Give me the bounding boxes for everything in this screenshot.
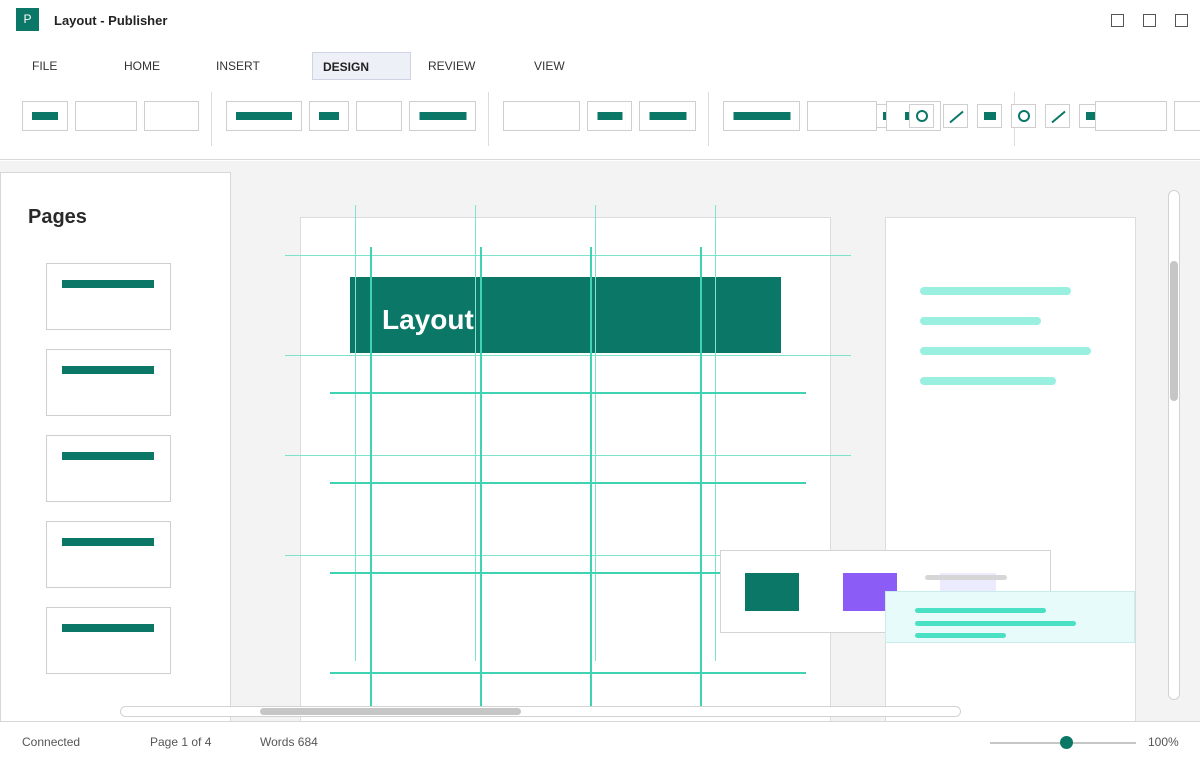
layout-guide bbox=[595, 205, 596, 661]
ribbon-button[interactable] bbox=[356, 101, 402, 131]
tab-file[interactable]: FILE bbox=[22, 52, 67, 80]
tab-design[interactable]: DESIGN bbox=[312, 52, 411, 80]
line-shape-icon[interactable] bbox=[1045, 104, 1070, 128]
page-thumbnail[interactable] bbox=[46, 607, 171, 674]
page-indicator: Page 1 of 4 bbox=[150, 735, 212, 749]
ribbon-button[interactable] bbox=[587, 101, 632, 131]
maximize-icon[interactable] bbox=[1143, 14, 1156, 27]
app-icon: P bbox=[16, 8, 39, 31]
ribbon-button[interactable] bbox=[503, 101, 580, 131]
ribbon-button[interactable] bbox=[409, 101, 476, 131]
title-bar: P Layout - Publisher bbox=[0, 0, 1200, 42]
ribbon-button[interactable] bbox=[723, 101, 800, 131]
page-thumbnail[interactable] bbox=[46, 263, 171, 330]
grid-line bbox=[330, 672, 806, 674]
ribbon-button[interactable] bbox=[1095, 101, 1167, 131]
rectangle-shape-icon[interactable] bbox=[977, 104, 1002, 128]
ribbon-button[interactable] bbox=[807, 101, 877, 131]
grid-line bbox=[330, 482, 806, 484]
hover-card-line bbox=[915, 621, 1076, 626]
ribbon-separator bbox=[488, 92, 489, 146]
header-text[interactable]: Layout bbox=[382, 304, 474, 336]
connection-status: Connected bbox=[22, 735, 81, 749]
ribbon-separator bbox=[708, 92, 709, 146]
text-placeholder bbox=[920, 347, 1091, 355]
text-placeholder bbox=[920, 317, 1041, 325]
page-thumbnail[interactable] bbox=[46, 349, 171, 416]
circle-shape-icon[interactable] bbox=[1011, 104, 1036, 128]
ribbon-button[interactable] bbox=[226, 101, 302, 131]
ribbon-button[interactable] bbox=[75, 101, 137, 131]
horizontal-scroll-thumb[interactable] bbox=[260, 708, 521, 715]
circle-shape-icon[interactable] bbox=[909, 104, 934, 128]
swatch-teal[interactable] bbox=[745, 573, 799, 611]
grid-line bbox=[330, 392, 806, 394]
tab-home[interactable]: HOME bbox=[114, 52, 170, 80]
tab-view[interactable]: VIEW bbox=[524, 52, 575, 80]
swatch-label-placeholder bbox=[925, 575, 1007, 580]
status-bar: Connected Page 1 of 4 Words 684 100% bbox=[0, 721, 1200, 760]
hover-card-line bbox=[915, 633, 1006, 638]
hover-card bbox=[885, 591, 1135, 643]
page-thumbnail[interactable] bbox=[46, 521, 171, 588]
text-placeholder bbox=[920, 287, 1071, 295]
header-block[interactable]: Layout bbox=[350, 277, 781, 353]
grid-line bbox=[480, 247, 482, 706]
window-title: Layout - Publisher bbox=[54, 13, 168, 28]
layout-guide bbox=[715, 205, 716, 661]
ribbon-button[interactable] bbox=[639, 101, 696, 131]
word-count: Words 684 bbox=[260, 735, 318, 749]
zoom-level: 100% bbox=[1148, 735, 1179, 749]
layout-guide bbox=[355, 205, 356, 661]
vertical-scroll-thumb[interactable] bbox=[1170, 261, 1178, 401]
tab-review[interactable]: REVIEW bbox=[418, 52, 485, 80]
grid-line bbox=[590, 247, 592, 706]
ribbon-separator bbox=[211, 92, 212, 146]
vertical-scrollbar[interactable] bbox=[1168, 190, 1180, 700]
ribbon-button[interactable] bbox=[1174, 101, 1200, 131]
horizontal-scrollbar[interactable] bbox=[120, 706, 961, 717]
ribbon bbox=[0, 88, 1200, 160]
ribbon-button[interactable] bbox=[22, 101, 68, 131]
pages-title: Pages bbox=[28, 206, 87, 228]
pages-panel: Pages bbox=[0, 172, 231, 727]
minimize-icon[interactable] bbox=[1111, 14, 1124, 27]
page-thumbnail[interactable] bbox=[46, 435, 171, 502]
zoom-slider-thumb[interactable] bbox=[1059, 736, 1073, 749]
hover-card-line bbox=[915, 608, 1046, 613]
ribbon-button[interactable] bbox=[144, 101, 199, 131]
grid-line bbox=[370, 247, 372, 706]
tab-insert[interactable]: INSERT bbox=[206, 52, 270, 80]
grid-line bbox=[700, 247, 702, 706]
close-icon[interactable] bbox=[1175, 14, 1188, 27]
layout-guide bbox=[475, 205, 476, 661]
ribbon-button[interactable] bbox=[309, 101, 349, 131]
line-shape-icon[interactable] bbox=[943, 104, 968, 128]
text-placeholder bbox=[920, 377, 1056, 385]
